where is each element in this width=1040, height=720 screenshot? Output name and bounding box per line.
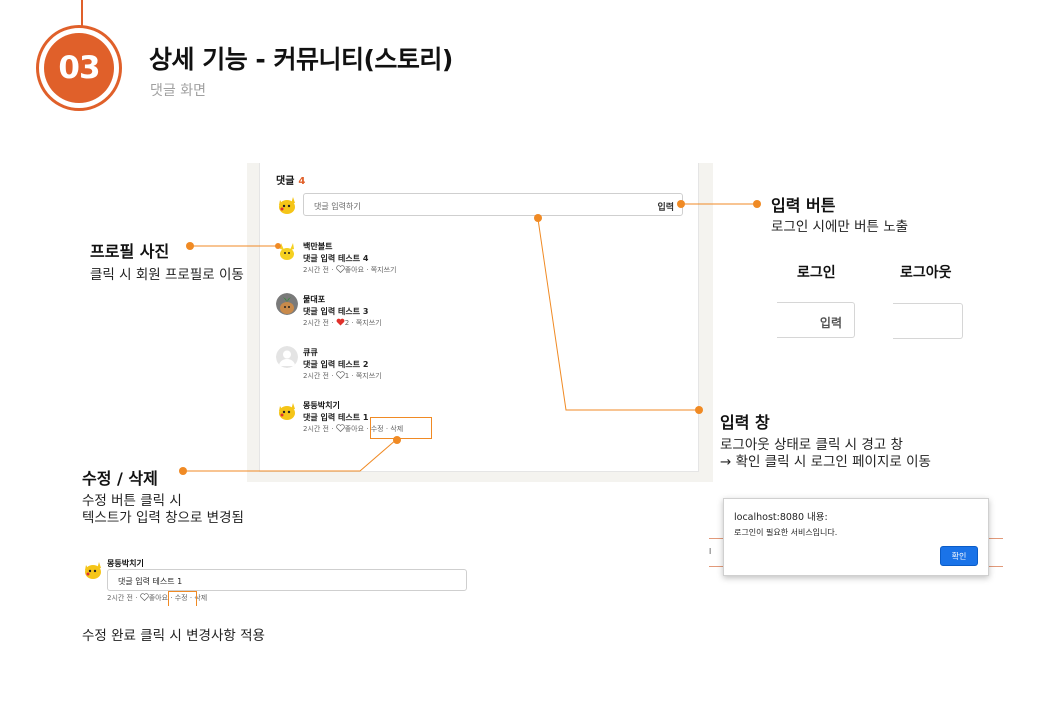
edit-delete-annotation-desc-1: 수정 버튼 클릭 시: [82, 493, 182, 509]
edit-done-annotation: 수정 완료 클릭 시 변경사항 적용: [82, 628, 265, 644]
edit-preview-avatar[interactable]: [82, 559, 104, 581]
login-state-input: 입력: [777, 302, 855, 338]
callout-dot: [695, 406, 703, 414]
alert-ok-button[interactable]: 확인: [940, 546, 978, 566]
alert-message: 로그인이 필요한 서비스입니다.: [734, 528, 838, 537]
edit-preview-author[interactable]: 몽둥박치기: [107, 558, 144, 569]
callout-lines: [183, 203, 757, 472]
input-field-annotation-heading: 입력 창: [720, 413, 770, 432]
logout-state-input: [893, 303, 963, 339]
callout-dot: [179, 467, 187, 475]
logout-state-label: 로그아웃: [900, 265, 952, 281]
alert-title: localhost:8080 내용:: [734, 512, 828, 523]
edit-comment-value: 댓글 입력 테스트 1: [118, 577, 183, 586]
callout-dot: [393, 436, 401, 444]
login-state-submit-button[interactable]: 입력: [820, 314, 842, 331]
edit-complete-highlight: [168, 591, 197, 606]
callout-dot: [275, 243, 281, 249]
login-state-label: 로그인: [797, 265, 836, 281]
callout-dot: [186, 242, 194, 250]
input-button-annotation-desc: 로그인 시에만 버튼 노출: [771, 219, 909, 235]
callout-dot: [677, 200, 685, 208]
edit-delete-annotation-desc-2: 텍스트가 입력 창으로 변경됨: [82, 510, 244, 526]
edit-delete-annotation-heading: 수정 / 삭제: [82, 469, 158, 488]
callout-dot: [534, 214, 542, 222]
callout-dot: [753, 200, 761, 208]
like-label[interactable]: 좋아요: [149, 594, 168, 602]
heart-outline-icon[interactable]: [139, 593, 149, 601]
page-fragment-glyph: l: [709, 547, 712, 556]
input-button-annotation-heading: 입력 버튼: [771, 196, 836, 215]
input-field-annotation-desc-1: 로그아웃 상태로 클릭 시 경고 창: [720, 437, 903, 453]
edit-comment-input[interactable]: 댓글 입력 테스트 1: [107, 569, 467, 591]
profile-annotation-desc: 클릭 시 회원 프로필로 이동: [90, 267, 244, 283]
profile-annotation-heading: 프로필 사진: [90, 242, 170, 261]
input-field-annotation-desc-2: → 확인 클릭 시 로그인 페이지로 이동: [720, 454, 931, 470]
alert-dialog: localhost:8080 내용: 로그인이 필요한 서비스입니다. 확인: [723, 498, 989, 576]
comment-time: 2시간 전: [107, 594, 133, 602]
